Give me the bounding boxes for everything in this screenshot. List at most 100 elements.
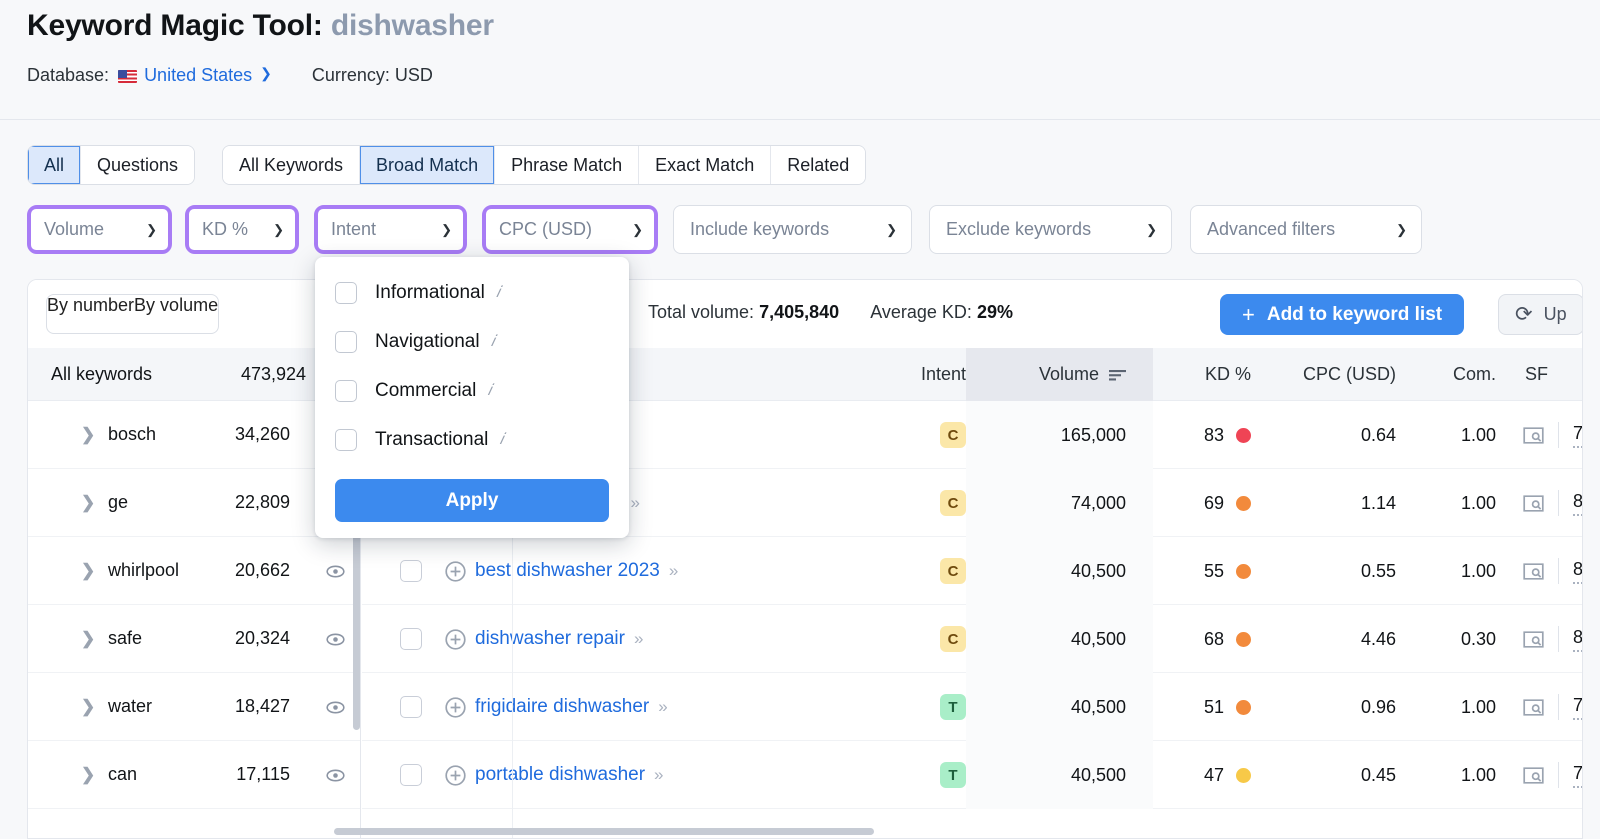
sf-value[interactable]: 8 [1573,491,1582,516]
database-selector[interactable]: United States [144,65,252,86]
intent-option-transactional[interactable]: Transactional 𝑖 [335,422,609,457]
column-header-intent[interactable]: Intent [866,348,966,401]
sidebar-header-row[interactable]: All keywords 473,924 [28,348,360,401]
column-header-com[interactable]: Com. [1409,348,1512,401]
caret-right-icon[interactable]: ❯ [81,765,95,785]
filter-advanced[interactable]: Advanced filters ❯ [1190,205,1422,254]
filter-cpc[interactable]: CPC (USD) ❯ [482,205,658,254]
sidebar-group-row[interactable]: ❯ whirlpool 20,662 [28,537,360,605]
add-keyword-icon[interactable] [445,628,466,650]
checkbox[interactable] [335,330,357,353]
sidebar-group-row[interactable]: ❯ safe 20,324 [28,605,360,673]
toggle-by-volume[interactable]: By volume [134,295,218,333]
row-checkbox[interactable] [400,560,422,582]
info-icon[interactable]: 𝑖 [487,382,491,400]
double-chevron-icon[interactable]: » [630,493,640,513]
keyword-cell[interactable]: dishwasher repair » [445,605,644,673]
sf-value[interactable]: 7 [1573,763,1582,788]
row-checkbox[interactable] [400,628,422,650]
caret-right-icon[interactable]: ❯ [81,697,95,717]
double-chevron-icon[interactable]: » [634,629,644,649]
table-horizontal-scrollbar[interactable] [334,828,1556,835]
keyword-link[interactable]: best dishwasher 2023 [475,560,660,582]
keyword-link[interactable]: frigidaire dishwasher [475,696,649,718]
filter-exclude-keywords[interactable]: Exclude keywords ❯ [929,205,1172,254]
com-cell: 1.00 [1409,537,1512,605]
tab-all[interactable]: All [28,146,82,184]
sf-value[interactable]: 7 [1573,695,1582,720]
eye-icon[interactable] [326,630,345,649]
apply-button[interactable]: Apply [335,479,609,522]
chevron-down-icon: ❯ [632,221,643,237]
checkbox[interactable] [335,281,357,304]
toggle-by-number[interactable]: By number [47,295,134,333]
keyword-link[interactable]: dishwasher repair [475,628,625,650]
serp-features-icon[interactable] [1523,766,1544,785]
column-header-volume[interactable]: Volume [966,348,1153,401]
serp-features-icon[interactable] [1523,494,1544,513]
intent-option-label: Navigational [375,330,480,352]
filter-volume[interactable]: Volume ❯ [27,205,172,254]
eye-icon[interactable] [326,698,345,717]
caret-right-icon[interactable]: ❯ [81,561,95,581]
row-checkbox[interactable] [400,696,422,718]
keyword-cell[interactable]: best dishwasher 2023 » [445,537,679,605]
serp-features-icon[interactable] [1523,426,1544,445]
info-icon[interactable]: 𝑖 [491,333,495,351]
sf-value[interactable]: 8 [1573,627,1582,652]
table-row[interactable]: frigidaire dishwasher » T 40,500 51 0.96 [362,673,1582,741]
filter-include-keywords[interactable]: Include keywords ❯ [673,205,912,254]
column-header-sf[interactable]: SF [1512,348,1582,401]
caret-right-icon[interactable]: ❯ [81,493,95,513]
checkbox[interactable] [335,379,357,402]
add-keyword-icon[interactable] [445,764,466,786]
add-keyword-icon[interactable] [445,696,466,718]
sf-value[interactable]: 8 [1573,559,1582,584]
info-icon[interactable]: 𝑖 [499,431,503,449]
column-header-kd[interactable]: KD % [1153,348,1273,401]
eye-icon[interactable] [326,562,345,581]
intent-option-informational[interactable]: Informational 𝑖 [335,275,609,310]
column-header-cpc[interactable]: CPC (USD) [1273,348,1409,401]
intent-option-commercial[interactable]: Commercial 𝑖 [335,373,609,408]
filter-advanced-label: Advanced filters [1207,219,1336,239]
filter-kd[interactable]: KD % ❯ [185,205,299,254]
tab-phrase-match[interactable]: Phrase Match [495,146,640,184]
tab-questions[interactable]: Questions [81,146,195,184]
add-keyword-icon[interactable] [445,560,466,582]
eye-icon[interactable] [326,766,345,785]
tab-related[interactable]: Related [771,146,866,184]
row-checkbox[interactable] [400,764,422,786]
update-metrics-button[interactable]: ⟳ Up [1498,294,1582,335]
table-row[interactable]: dishwasher repair » C 40,500 68 4.46 0.3… [362,605,1582,673]
keyword-cell[interactable]: frigidaire dishwasher » [445,673,668,741]
tab-exact-match[interactable]: Exact Match [639,146,772,184]
tab-broad-match[interactable]: Broad Match [360,146,496,184]
caret-right-icon[interactable]: ❯ [81,425,95,445]
sidebar-group-row[interactable]: ❯ ge 22,809 [28,469,360,537]
keyword-link[interactable]: portable dishwasher [475,764,645,786]
sidebar-group-row[interactable]: ❯ bosch 34,260 [28,401,360,469]
table-row[interactable]: best dishwasher 2023 » C 40,500 55 0.55 [362,537,1582,605]
scrollbar-thumb[interactable] [334,828,874,835]
intent-option-navigational[interactable]: Navigational 𝑖 [335,324,609,359]
table-row[interactable]: portable dishwasher » T 40,500 47 0.45 1… [362,741,1582,809]
serp-features-icon[interactable] [1523,630,1544,649]
double-chevron-icon[interactable]: » [658,697,668,717]
sidebar-group-row[interactable]: ❯ can 17,115 [28,741,360,809]
filter-intent[interactable]: Intent ❯ [314,205,467,254]
double-chevron-icon[interactable]: » [654,765,664,785]
sf-value[interactable]: 7 [1573,423,1582,448]
tab-all-keywords[interactable]: All Keywords [223,146,361,184]
column-header-intent-label: Intent [920,364,966,384]
serp-features-icon[interactable] [1523,562,1544,581]
info-icon[interactable]: 𝑖 [496,284,500,302]
caret-right-icon[interactable]: ❯ [81,629,95,649]
serp-features-icon[interactable] [1523,698,1544,717]
checkbox[interactable] [335,428,357,451]
add-to-keyword-list-button[interactable]: + Add to keyword list [1220,294,1465,335]
sidebar-group-row[interactable]: ❯ water 18,427 [28,673,360,741]
double-chevron-icon[interactable]: » [669,561,679,581]
chevron-down-icon[interactable]: ❯ [260,65,272,82]
keyword-cell[interactable]: portable dishwasher » [445,741,664,809]
